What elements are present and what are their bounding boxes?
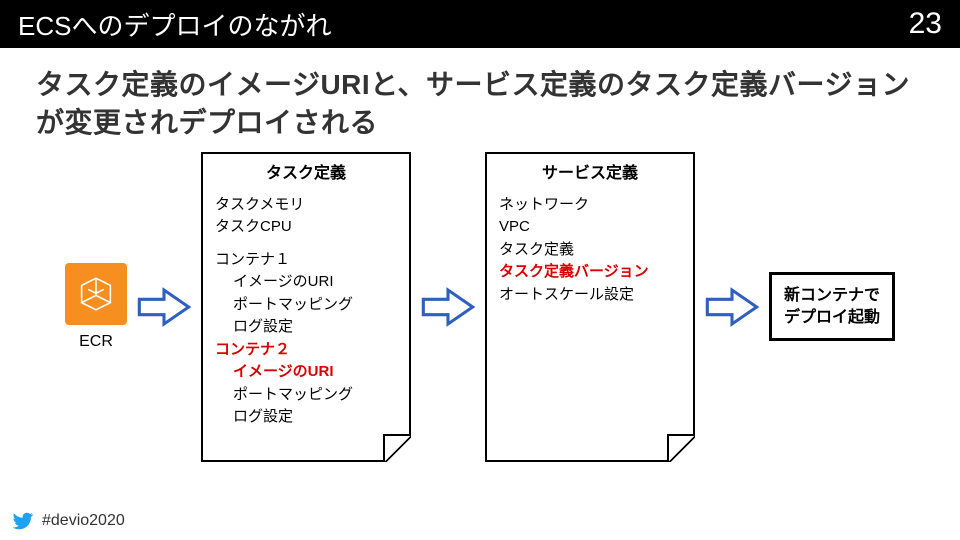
service-definition-document: サービス定義 ネットワーク VPC タスク定義 タスク定義バージョン オートスケ… <box>485 152 695 462</box>
taskdef-cpu: タスクCPU <box>215 216 397 239</box>
ecr-icon <box>65 263 127 325</box>
ecr-label: ECR <box>79 333 113 351</box>
taskdef-memory: タスクメモリ <box>215 194 397 217</box>
taskdef-c2-log: ログ設定 <box>215 406 397 429</box>
arrow-icon <box>421 287 475 327</box>
taskdef-container2: コンテナ２ <box>215 339 397 362</box>
taskdef-c1-log: ログ設定 <box>215 316 397 339</box>
taskdef-container1: コンテナ１ <box>215 249 397 272</box>
taskdef-c1-port: ポートマッピング <box>215 294 397 317</box>
result-box: 新コンテナで デプロイ起動 <box>769 272 895 341</box>
flow-diagram: ECR タスク定義 タスクメモリ タスクCPU コンテナ１ イメージのURI ポ… <box>0 152 960 462</box>
arrow-icon <box>705 287 759 327</box>
slide-header: ECSへのデプロイのながれ 23 <box>0 0 960 48</box>
servicedef-autoscale: オートスケール設定 <box>499 284 681 307</box>
taskdef-c2-port: ポートマッピング <box>215 384 397 407</box>
taskdef-c2-image-uri: イメージのURI <box>215 361 397 384</box>
arrow-icon <box>137 287 191 327</box>
servicedef-vpc: VPC <box>499 216 681 239</box>
servicedef-task-version: タスク定義バージョン <box>499 261 681 284</box>
taskdef-title: タスク定義 <box>215 162 397 186</box>
slide-footer: #devio2020 <box>12 510 125 532</box>
twitter-icon <box>12 510 34 532</box>
slide-subheading: タスク定義のイメージURIと、サービス定義のタスク定義バージョンが変更されデプロ… <box>0 48 960 152</box>
task-definition-document: タスク定義 タスクメモリ タスクCPU コンテナ１ イメージのURI ポートマッ… <box>201 152 411 462</box>
taskdef-c1-image-uri: イメージのURI <box>215 271 397 294</box>
result-line2: デプロイ起動 <box>784 307 880 329</box>
ecr-block: ECR <box>65 263 127 351</box>
servicedef-title: サービス定義 <box>499 162 681 186</box>
servicedef-task: タスク定義 <box>499 239 681 262</box>
slide-title: ECSへのデプロイのながれ <box>18 6 331 43</box>
page-number: 23 <box>909 7 942 41</box>
footer-hashtag: #devio2020 <box>42 512 125 530</box>
servicedef-network: ネットワーク <box>499 194 681 217</box>
result-line1: 新コンテナで <box>784 285 880 307</box>
